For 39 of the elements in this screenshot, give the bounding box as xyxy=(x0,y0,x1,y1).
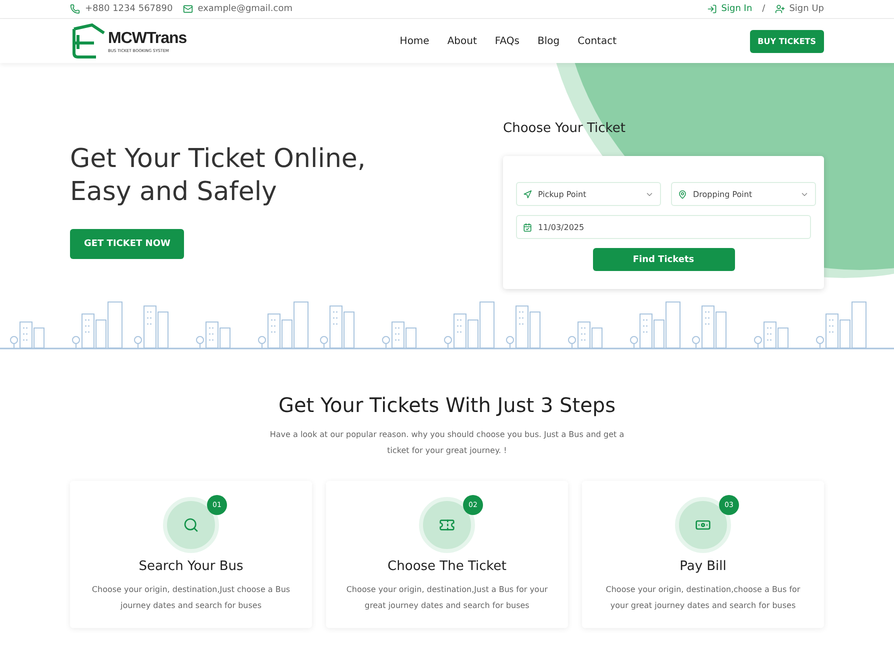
form-title: Choose Your Ticket xyxy=(503,121,626,136)
step-title: Choose The Ticket xyxy=(388,559,506,574)
sign-up-link[interactable]: Sign Up xyxy=(775,4,824,14)
step-title: Pay Bill xyxy=(680,559,726,574)
nav-link[interactable]: About xyxy=(447,36,477,46)
dropping-select[interactable]: Dropping Point xyxy=(671,182,816,206)
nav-link[interactable]: Home xyxy=(400,36,430,46)
user-plus-icon xyxy=(775,4,786,14)
get-ticket-button[interactable]: GET TICKET NOW xyxy=(70,229,184,259)
search-icon xyxy=(183,517,199,533)
calendar-icon xyxy=(523,222,532,232)
step-title: Search Your Bus xyxy=(138,559,244,574)
steps-subtitle: Have a look at our popular reason. why you should choose you bus. Just a Bus and get a ticket for your great journey. ! xyxy=(268,429,626,457)
logo-name: MCWTrans xyxy=(108,30,187,48)
steps-title: Get Your Tickets With Just 3 Steps xyxy=(278,393,616,417)
sign-in-icon xyxy=(707,4,718,14)
buy-tickets-button[interactable]: BUY TICKETS xyxy=(750,30,824,52)
step-text: Choose your origin, destination,Just choose a Bus journey dates and search for buses xyxy=(90,584,292,612)
ticket-icon xyxy=(439,517,455,533)
pickup-input[interactable]: Pickup Point xyxy=(536,188,641,200)
nav-link[interactable]: Contact xyxy=(578,36,617,46)
dropping-input[interactable]: Dropping Point xyxy=(691,188,796,200)
pickup-select[interactable]: Pickup Point xyxy=(516,182,661,206)
step-text: Choose your origin, destination,choose a Bus for your great journey dates and search for buses xyxy=(604,584,802,612)
mail-icon xyxy=(182,4,193,14)
map-pin-icon xyxy=(678,190,687,198)
step-text: Choose your origin, destination,Just a Bus for your great journey dates and search for buses xyxy=(345,584,549,612)
find-tickets-button[interactable]: Find Tickets xyxy=(592,248,734,271)
nav-link[interactable]: Blog xyxy=(538,36,560,46)
separator-text: / xyxy=(762,4,766,14)
date-field[interactable]: 11/03/2025 xyxy=(516,215,811,239)
phone-icon xyxy=(70,4,80,14)
date-input[interactable]: 11/03/2025 xyxy=(536,222,804,232)
nav-link[interactable]: FAQs xyxy=(494,36,520,46)
email-address: example@gmail.com xyxy=(198,4,293,14)
sign-in-link[interactable]: Sign In xyxy=(707,4,752,14)
hero-title: Get Your Ticket Online, Easy and Safely xyxy=(70,143,366,209)
navigation-arrow-icon xyxy=(523,190,532,198)
phone-number: +880 1234 567890 xyxy=(85,4,173,14)
